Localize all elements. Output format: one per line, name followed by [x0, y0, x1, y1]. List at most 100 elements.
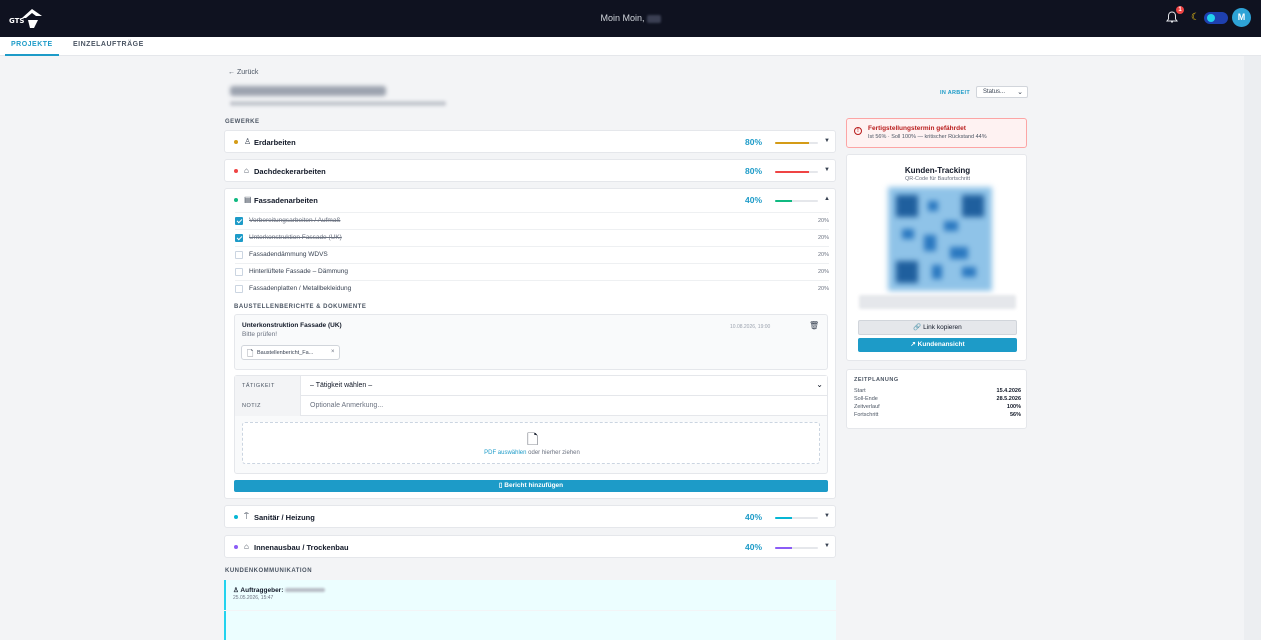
task-label: Fassadendämmung WDVS: [249, 251, 328, 258]
task-percent: 20%: [817, 235, 829, 241]
task-label: Hinterlüftete Fassade – Dämmung: [249, 268, 348, 275]
deadline-alert: ! Fertigstellungstermin gefährdet Ist 56…: [846, 118, 1027, 148]
note-field[interactable]: NOTIZ Optionale Anmerkung...: [235, 396, 827, 416]
status-dot: [234, 140, 238, 144]
message-item: ♙ Auftraggeber: 25.05.2026, 15:47: [224, 580, 836, 610]
task-label: Vorbereitungsarbeiten / Aufmaß: [249, 217, 341, 224]
copy-link-label: Link kopieren: [923, 324, 962, 331]
author-name-redacted: [285, 588, 326, 593]
main-tabs: PROJEKTE EINZELAUFTRÄGE: [0, 37, 1261, 56]
message-date: 25.05.2026, 15:47: [233, 595, 274, 601]
task-item: Fassadenplatten / Metallbekleidung 20%: [235, 280, 829, 297]
remove-attachment-button[interactable]: ×: [331, 349, 335, 355]
copy-link-button[interactable]: 🔗 Link kopieren: [858, 320, 1017, 335]
tab-projekte[interactable]: PROJEKTE: [11, 41, 53, 48]
trade-row-sanitaer[interactable]: ⍑ Sanitär / Heizung 40% ▼: [224, 505, 836, 528]
task-checkbox[interactable]: [235, 268, 243, 276]
customer-view-button[interactable]: ↗ Kundenansicht: [858, 338, 1017, 352]
facade-icon: ▤: [244, 195, 252, 204]
trade-row-fassadenarbeiten[interactable]: ▤ Fassadenarbeiten 40% ▲: [225, 189, 835, 212]
file-icon: 🗋: [247, 349, 254, 358]
report-note: Bitte prüfen!: [242, 331, 278, 338]
chevron-up-icon[interactable]: ▲: [824, 196, 830, 202]
trade-name: Erdarbeiten: [254, 138, 296, 147]
trade-progress-fill: [775, 171, 810, 173]
task-item: Unterkonstruktion Fassade (UK) 20%: [235, 229, 829, 246]
chevron-down-icon[interactable]: ▼: [824, 167, 830, 173]
add-report-label: Bericht hinzufügen: [504, 482, 564, 489]
status-badge: IN ARBEIT: [940, 90, 970, 96]
task-checkbox[interactable]: [235, 217, 243, 225]
schedule-value: 56%: [1009, 412, 1021, 418]
report-date: 10.08.2026, 19:00: [730, 324, 771, 330]
shower-icon: ⍑: [244, 512, 249, 521]
trade-progress-bar: [775, 142, 818, 144]
message-item: [224, 611, 836, 640]
external-link-icon: ↗: [910, 341, 918, 348]
pdf-select-link[interactable]: PDF auswählen: [484, 450, 526, 456]
schedule-value: 15.4.2026: [996, 388, 1021, 394]
task-item: Fassadendämmung WDVS 20%: [235, 246, 829, 263]
trade-name: Dachdeckerarbeiten: [254, 167, 326, 176]
chevron-down-icon[interactable]: ▼: [824, 543, 830, 549]
schedule-card: ZEITPLANUNG Start 15.4.2026 Soll-Ende 28.5…: [846, 369, 1027, 429]
trash-icon[interactable]: 🗑: [809, 321, 819, 330]
qr-code: [888, 187, 992, 291]
task-label: Fassadenplatten / Metallbekleidung: [249, 285, 352, 292]
tab-einzelauftraege[interactable]: EINZELAUFTRÄGE: [73, 41, 144, 48]
trade-row-erdarbeiten[interactable]: ♙ Erdarbeiten 80% ▼: [224, 130, 836, 153]
activity-select[interactable]: TÄTIGKEIT – Tätigkeit wählen – ⌄: [235, 376, 827, 396]
trade-progress-fill: [775, 142, 810, 144]
pdf-dropzone[interactable]: 🗋 PDF auswählen oder hierher ziehen: [242, 422, 820, 464]
attachment-chip[interactable]: 🗋 Baustellenbericht_Fa... ×: [241, 345, 340, 360]
schedule-row-end: Soll-Ende 28.5.2026: [854, 396, 1021, 404]
chevron-down-icon[interactable]: ▼: [824, 513, 830, 519]
chevron-down-icon[interactable]: ▼: [824, 138, 830, 144]
reports-section-label: BAUSTELLENBERICHTE & DOKUMENTE: [234, 304, 367, 310]
task-percent: 20%: [817, 218, 829, 224]
attachment-name: Baustellenbericht_Fa...: [257, 350, 314, 356]
status-dot: [234, 198, 238, 202]
message-author: ♙ Auftraggeber:: [233, 586, 326, 594]
customer-tracking-card: Kunden-Tracking QR-Code für Baufortschri…: [846, 154, 1027, 361]
trade-row-dachdeckerarbeiten[interactable]: ⌂ Dachdeckerarbeiten 80% ▼: [224, 159, 836, 182]
task-item: Vorbereitungsarbeiten / Aufmaß 20%: [235, 212, 829, 229]
trade-name: Sanitär / Heizung: [254, 513, 315, 522]
schedule-row-elapsed: Zeitverlauf 100%: [854, 404, 1021, 412]
scrollbar[interactable]: [1244, 56, 1261, 640]
alert-icon: !: [854, 127, 862, 135]
link-icon: 🔗: [913, 324, 924, 331]
report-entry: Unterkonstruktion Fassade (UK) Bitte prü…: [234, 314, 828, 370]
trade-row-innenausbau[interactable]: ⌂ Innenausbau / Trockenbau 40% ▼: [224, 535, 836, 558]
task-checkbox[interactable]: [235, 251, 243, 259]
schedule-row-progress: Fortschritt 56%: [854, 412, 1021, 420]
schedule-row-start: Start 15.4.2026: [854, 388, 1021, 396]
house-icon: ⌂: [244, 542, 249, 551]
trade-name: Fassadenarbeiten: [254, 196, 318, 205]
greeting-text: Moin Moin,: [600, 13, 645, 23]
activity-value: – Tätigkeit wählen –: [310, 382, 373, 389]
status-dot: [234, 515, 238, 519]
status-select[interactable]: Status... ⌄: [976, 86, 1028, 98]
moon-icon: ☾: [1191, 12, 1200, 23]
trade-percent: 80%: [745, 137, 763, 147]
note-placeholder: Optionale Anmerkung...: [310, 402, 384, 409]
theme-toggle[interactable]: [1204, 12, 1228, 24]
roof-icon: ⌂: [244, 166, 249, 175]
trade-percent: 40%: [745, 195, 763, 205]
task-checkbox[interactable]: [235, 234, 243, 242]
schedule-key: Soll-Ende: [854, 396, 878, 402]
bell-icon[interactable]: [1166, 11, 1178, 24]
task-checkbox[interactable]: [235, 285, 243, 293]
trade-progress-fill: [775, 547, 793, 549]
task-percent: 20%: [817, 269, 829, 275]
worker-icon: ♙: [244, 137, 252, 146]
status-dot: [234, 545, 238, 549]
greeting: Moin Moin,: [0, 13, 1261, 23]
avatar[interactable]: M: [1232, 8, 1251, 27]
add-report-button[interactable]: ▯ Bericht hinzufügen: [234, 480, 828, 492]
top-bar: GTS Moin Moin, 1 ☾ M: [0, 0, 1261, 37]
back-link[interactable]: ← Zurück: [228, 69, 258, 76]
communication-section-label: KUNDENKOMMUNIKATION: [225, 568, 313, 574]
schedule-value: 100%: [1006, 404, 1021, 410]
